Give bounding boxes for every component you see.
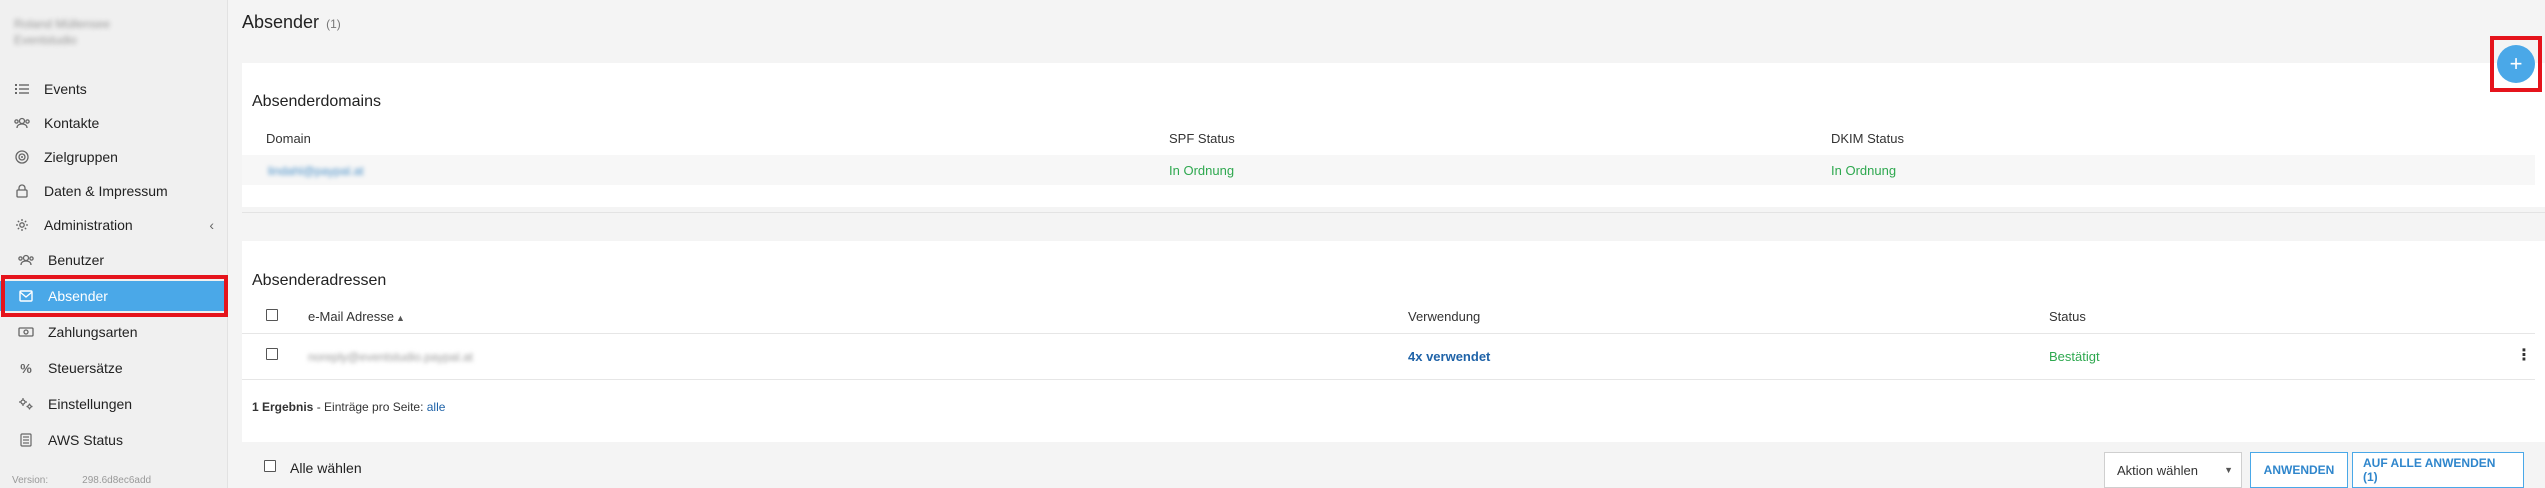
org-line-2: Eventstudio xyxy=(14,33,77,47)
sender-domains-card: Absenderdomains Domain SPF Status DKIM S… xyxy=(242,63,2545,207)
sidebar-item-benutzer[interactable]: Benutzer xyxy=(0,245,228,275)
status-cell: Bestätigt xyxy=(2049,349,2100,364)
apply-button[interactable]: ANWENDEN xyxy=(2250,452,2348,488)
sidebar-item-kontakte[interactable]: Kontakte xyxy=(0,108,228,138)
table-row: lindahl@paypal.at In Ordnung In Ordnung xyxy=(242,155,2535,185)
money-icon xyxy=(18,324,34,340)
contacts-icon xyxy=(14,115,30,131)
version-label: Version: xyxy=(12,475,49,486)
domain-cell[interactable]: lindahl@paypal.at xyxy=(268,164,364,178)
select-all-checkbox[interactable] xyxy=(264,460,276,472)
spf-status-cell: In Ordnung xyxy=(1169,163,1235,178)
sidebar-item-zielgruppen[interactable]: Zielgruppen xyxy=(0,142,228,172)
column-header-status: Status xyxy=(2049,309,2086,324)
action-select-value: Aktion wählen xyxy=(2117,462,2198,478)
sidebar-item-label: Steuersätze xyxy=(48,360,123,376)
sidebar-item-events[interactable]: Events xyxy=(0,74,228,104)
chevron-left-icon: ‹ xyxy=(209,217,214,233)
sidebar-item-daten-impressum[interactable]: Daten & Impressum xyxy=(0,176,228,206)
caret-down-icon: ▼ xyxy=(2224,465,2233,475)
email-cell: noreply@eventstudio.paypal.at xyxy=(308,350,473,364)
sender-domains-title: Absenderdomains xyxy=(252,93,381,110)
column-header-email[interactable]: e-Mail Adresse ▲ xyxy=(308,309,405,324)
lock-icon xyxy=(14,183,30,199)
sidebar-item-label: Daten & Impressum xyxy=(44,183,168,199)
sort-ascending-icon: ▲ xyxy=(395,313,405,323)
dkim-status-cell: In Ordnung xyxy=(1831,163,1897,178)
org-line-1: Roland Müllensee xyxy=(14,17,111,31)
sidebar-item-aws-status[interactable]: AWS Status xyxy=(0,425,228,455)
sidebar-item-label: Events xyxy=(44,81,87,97)
target-icon xyxy=(14,149,30,165)
organization-name: Roland Müllensee Eventstudio xyxy=(14,16,110,48)
sidebar-item-label: Absender xyxy=(48,288,108,304)
column-header-email-label: e-Mail Adresse xyxy=(308,309,394,324)
add-sender-button[interactable]: + xyxy=(2497,45,2535,83)
plus-icon: + xyxy=(2509,51,2523,76)
sidebar-item-label: Einstellungen xyxy=(48,396,133,412)
row-checkbox[interactable] xyxy=(266,348,278,360)
sidebar-item-label: Zielgruppen xyxy=(44,149,118,165)
column-header-spf-status: SPF Status xyxy=(1169,131,1235,146)
page-title-text: Absender xyxy=(242,12,320,32)
per-page-link[interactable]: alle xyxy=(427,400,446,414)
version-value: 298.6d8ec6add xyxy=(82,475,152,486)
per-page-label: - Einträge pro Seite: xyxy=(313,400,427,414)
sender-addresses-card: Absenderadressen e-Mail Adresse ▲ Verwend… xyxy=(242,241,2545,442)
sender-addresses-title: Absenderadressen xyxy=(252,272,387,289)
sidebar-item-label: Kontakte xyxy=(44,115,100,131)
version-info: Version: 298.6d8ec6add xyxy=(12,474,151,488)
more-vertical-icon[interactable]: ⋮ xyxy=(2516,345,2532,365)
sidebar-item-label: Zahlungsarten xyxy=(48,324,138,340)
divider xyxy=(242,212,2545,213)
apply-all-button[interactable]: AUF ALLE ANWENDEN (1) xyxy=(2352,452,2524,488)
envelope-icon xyxy=(18,288,34,304)
result-count: 1 Ergebnis xyxy=(252,400,314,414)
column-header-usage: Verwendung xyxy=(1408,309,1481,324)
users-icon xyxy=(18,252,34,268)
row-divider xyxy=(242,379,2535,380)
sidebar-item-label: Benutzer xyxy=(48,252,105,268)
sidebar-item-einstellungen[interactable]: Einstellungen xyxy=(0,389,228,419)
sidebar: Roland Müllensee Eventstudio Events Kont… xyxy=(0,0,228,488)
sidebar-item-label: AWS Status xyxy=(48,432,123,448)
settings-icon xyxy=(18,396,34,412)
list-icon xyxy=(14,81,30,97)
select-all-label[interactable]: Alle wählen xyxy=(290,460,362,476)
page-title: Absender (1) xyxy=(242,12,341,33)
sidebar-item-administration[interactable]: Administration ‹ xyxy=(0,210,228,240)
sidebar-item-steuersaetze[interactable]: % Steuersätze xyxy=(0,353,228,383)
server-icon xyxy=(18,432,34,448)
gear-icon xyxy=(14,217,30,233)
sidebar-item-label: Administration xyxy=(44,217,133,233)
column-header-dkim-status: DKIM Status xyxy=(1831,131,1904,146)
results-info: 1 Ergebnis - Einträge pro Seite: alle xyxy=(252,400,445,414)
sidebar-item-zahlungsarten[interactable]: Zahlungsarten xyxy=(0,317,228,347)
percent-icon: % xyxy=(20,360,32,376)
page-title-count: (1) xyxy=(326,17,341,31)
header-divider xyxy=(242,333,2535,334)
usage-link[interactable]: 4x verwendet xyxy=(1408,349,1490,364)
column-header-domain: Domain xyxy=(266,131,311,146)
sidebar-item-absender[interactable]: Absender xyxy=(0,281,228,311)
select-all-rows-checkbox[interactable] xyxy=(266,309,278,321)
action-select[interactable]: Aktion wählen ▼ xyxy=(2104,452,2242,488)
main-content: Absender (1) Absenderdomains Domain SPF … xyxy=(228,0,2545,488)
